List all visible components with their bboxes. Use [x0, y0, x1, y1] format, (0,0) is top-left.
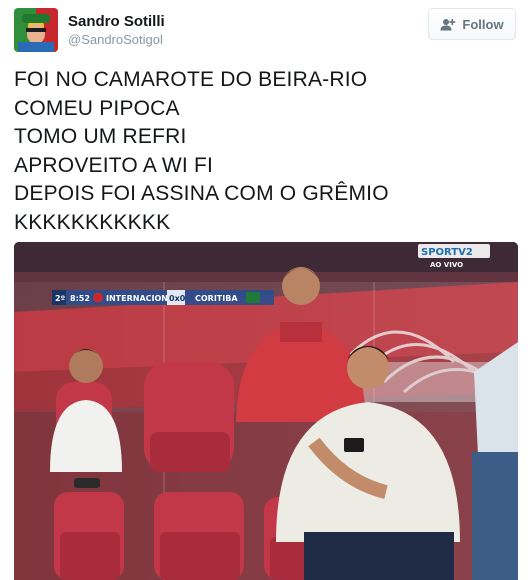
broadcast-status-text: AO VIVO — [430, 261, 463, 269]
avatar-photo-icon — [14, 8, 58, 52]
user-handle[interactable]: @SandroSotigol — [68, 32, 163, 47]
follow-person-plus-icon — [440, 18, 456, 30]
tweet-text: FOI NO CAMAROTE DO BEIRA-RIO COMEU PIPOC… — [14, 66, 514, 237]
tweet-text-line: FOI NO CAMAROTE DO BEIRA-RIO — [14, 68, 368, 91]
tweet-card: Sandro Sotilli @SandroSotigol Follow FOI… — [0, 0, 528, 580]
scoreboard-clock: 8:52 — [70, 294, 90, 303]
tweet-text-line: APROVEITO A WI FI — [14, 153, 214, 177]
scoreboard: 2º 8:52 INTERNACIONAL 0x0 CORITIBA — [52, 290, 274, 305]
person-right-edge — [472, 342, 518, 580]
scoreboard-away-team: CORITIBA — [195, 294, 238, 303]
follow-button-label: Follow — [462, 16, 504, 32]
stadium-box-photo: 2º 8:52 INTERNACIONAL 0x0 CORITIBA SPORT… — [14, 242, 518, 580]
tweet-text-line: COMEU PIPOCA — [14, 96, 180, 120]
tweet-text-line: KKKKKKKKKKK — [14, 210, 171, 234]
follow-button[interactable]: Follow — [428, 8, 516, 40]
broadcast-logo-text: SPORTV2 — [421, 247, 473, 258]
tweet-media-photo[interactable]: 2º 8:52 INTERNACIONAL 0x0 CORITIBA SPORT… — [14, 242, 518, 580]
tweet-text-line: TOMO UM REFRI — [14, 125, 187, 148]
tweet-text-line: DEPOIS FOI ASSINA COM O GRÊMIO — [14, 182, 389, 205]
scoreboard-score: 0x0 — [169, 294, 186, 303]
avatar[interactable] — [14, 8, 58, 52]
user-display-name[interactable]: Sandro Sotilli — [68, 13, 165, 30]
scoreboard-half: 2º — [55, 294, 66, 303]
